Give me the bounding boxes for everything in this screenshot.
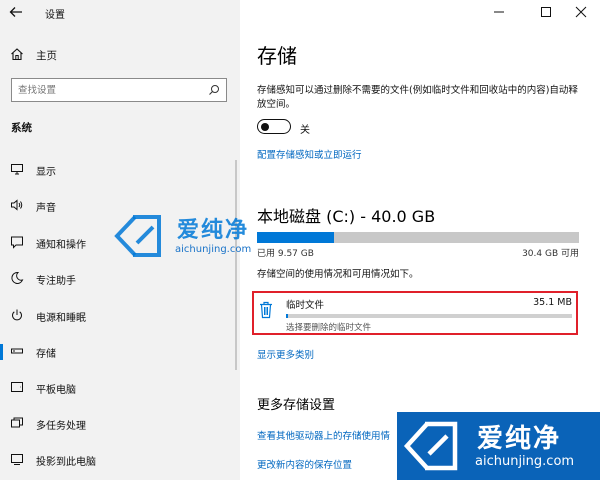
change-save-location-link[interactable]: 更改新内容的保存位置	[257, 457, 352, 471]
sidebar-titlebar: 设置	[0, 0, 240, 26]
home-icon	[11, 48, 23, 61]
trash-icon	[260, 301, 272, 319]
minimize-icon	[494, 11, 504, 13]
watermark-brand: 爱纯净	[177, 218, 250, 243]
minimize-button[interactable]	[490, 4, 508, 20]
view-other-drives-link[interactable]: 查看其他驱动器上的存储使用情	[257, 428, 390, 442]
storage-sense-description: 存储感知可以通过删除不需要的文件(例如临时文件和回收站中的内容)自动释放空间。	[257, 85, 578, 110]
temp-files-bar	[286, 314, 572, 318]
sidebar-item-label: 投影到此电脑	[36, 457, 96, 468]
sidebar-item-label: 主页	[36, 50, 57, 62]
watermark-site: aichunjing.com	[475, 454, 575, 469]
close-button[interactable]	[572, 4, 590, 20]
sidebar-item-label: 显示	[36, 167, 56, 178]
app-title: 设置	[45, 10, 65, 21]
sidebar-item-label: 专注助手	[36, 276, 76, 287]
disk-usage-bar	[257, 232, 579, 243]
project-icon	[11, 454, 23, 465]
search-box[interactable]	[11, 78, 227, 102]
sidebar-item-focus-assist[interactable]: 专注助手	[0, 265, 240, 291]
sidebar-item-label: 平板电脑	[36, 385, 76, 396]
monitor-icon	[11, 164, 23, 175]
configure-storage-sense-link[interactable]: 配置存储感知或立即运行	[257, 147, 362, 161]
watermark-site: aichunjing.com	[175, 244, 252, 255]
watermark-brand: 爱纯净	[477, 424, 562, 454]
page-title: 存储	[257, 44, 297, 68]
toggle-state-label: 关	[300, 125, 310, 136]
sidebar-item-label: 多任务处理	[36, 421, 86, 432]
temp-files-size: 35.1 MB	[533, 297, 572, 308]
sidebar-item-project-to-pc[interactable]: 投影到此电脑	[0, 446, 240, 472]
sidebar-scrollbar[interactable]	[235, 160, 237, 370]
sidebar-item-multitasking[interactable]: 多任务处理	[0, 410, 240, 436]
moon-icon	[11, 271, 24, 284]
search-input[interactable]	[18, 82, 198, 98]
temporary-files-item[interactable]: 临时文件 35.1 MB 选择要删除的临时文件	[252, 291, 578, 335]
watermark-corner: 爱纯净 aichunjing.com	[397, 412, 600, 480]
section-label-system: 系统	[11, 122, 32, 134]
sidebar-item-label: 存储	[36, 349, 56, 360]
sidebar-item-storage[interactable]: 存储	[0, 338, 240, 364]
temp-files-subtitle: 选择要删除的临时文件	[286, 323, 372, 333]
toggle-knob	[261, 122, 269, 131]
close-icon	[575, 6, 587, 18]
back-button[interactable]	[8, 4, 24, 20]
maximize-icon	[541, 7, 551, 17]
active-indicator	[0, 344, 3, 360]
storage-sense-toggle[interactable]	[257, 119, 291, 134]
usage-description: 存储空间的使用情况和可用情况如下。	[257, 269, 419, 280]
sidebar-item-label: 电源和睡眠	[36, 313, 86, 324]
show-more-categories-link[interactable]: 显示更多类别	[257, 347, 314, 361]
sidebar-item-tablet[interactable]: 平板电脑	[0, 374, 240, 400]
temp-files-name: 临时文件	[286, 300, 325, 311]
watermark-logo-icon	[403, 421, 458, 471]
storage-icon	[11, 348, 23, 354]
sidebar-item-label: 声音	[36, 203, 56, 214]
tablet-icon	[11, 382, 23, 392]
sidebar-item-power[interactable]: 电源和睡眠	[0, 302, 240, 328]
maximize-button[interactable]	[537, 4, 555, 20]
back-arrow-icon	[9, 7, 22, 17]
temp-files-bar-fill	[286, 314, 288, 318]
disk-free-label: 30.4 GB 可用	[522, 249, 579, 259]
sidebar-item-display[interactable]: 显示	[0, 156, 240, 182]
watermark-logo-icon	[114, 215, 161, 257]
notification-icon	[11, 236, 23, 249]
power-icon	[12, 309, 22, 321]
more-storage-settings-heading: 更多存储设置	[257, 398, 336, 413]
sidebar-item-label: 通知和操作	[36, 240, 86, 251]
search-icon[interactable]	[208, 84, 220, 96]
speaker-icon	[11, 199, 23, 211]
multitask-icon	[11, 417, 23, 428]
sidebar-item-home[interactable]: 主页	[0, 44, 240, 66]
watermark-center: 爱纯净 aichunjing.com	[113, 213, 303, 263]
